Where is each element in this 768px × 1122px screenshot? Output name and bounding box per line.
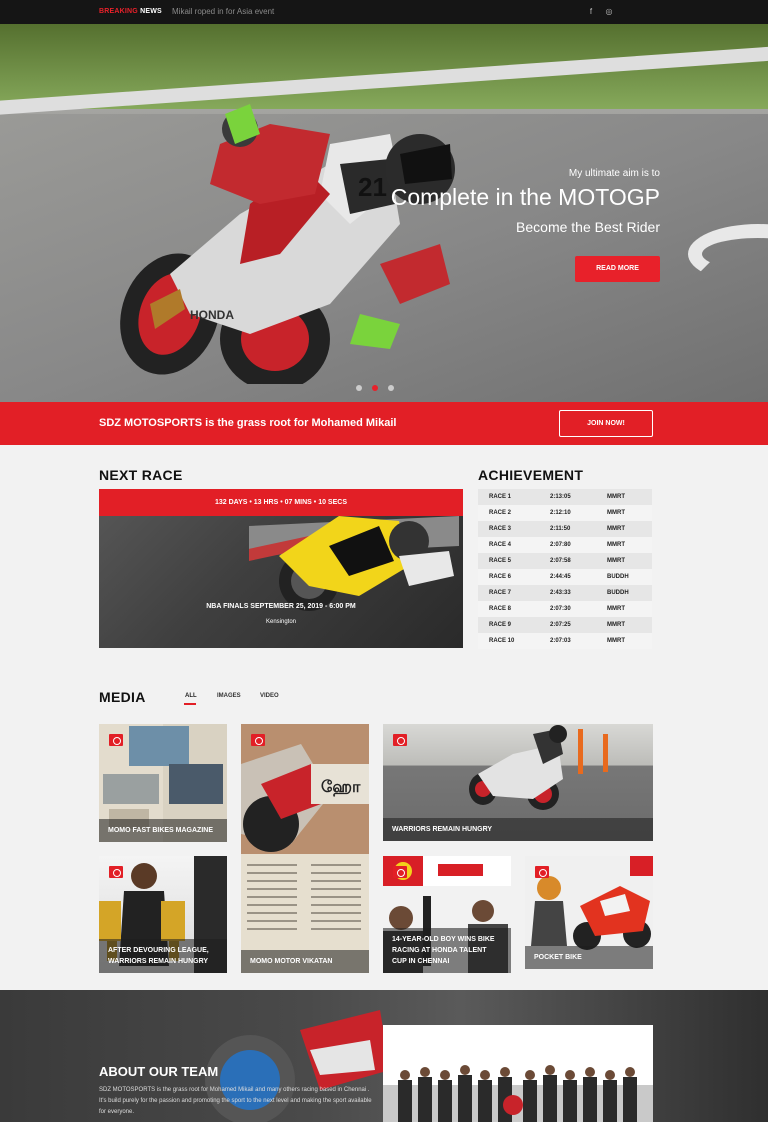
promo-text: SDZ MOTOSPORTS is the grass root for Moh… [99, 417, 397, 429]
time-cell: 2:07:25 [550, 622, 571, 628]
about-text: SDZ MOTOSPORTS is the grass root for Moh… [99, 1087, 372, 1115]
race-cell: RACE 2 [489, 510, 512, 516]
race-cell: RACE 4 [489, 542, 512, 548]
tab-video[interactable]: VIDEO [260, 693, 279, 699]
race-cell: RACE 5 [489, 558, 512, 564]
race-cell: RACE 6 [489, 574, 512, 580]
media-card[interactable]: AFTER DEVOURING LEAGUE, WARRIORS REMAIN … [99, 856, 227, 973]
hero-tagline: Become the Best Rider [516, 219, 660, 235]
table-row: RACE 8 2:07:30 MMRT [478, 601, 652, 617]
track-cell: MMRT [607, 494, 625, 500]
time-cell: 2:13:05 [550, 494, 571, 500]
countdown-bar: 132 DAYS • 13 HRS • 07 MINS • 10 SECS [99, 489, 463, 516]
breaking-news-label: BREAKING NEWS [99, 8, 162, 15]
slider-dot[interactable] [356, 385, 362, 391]
active-tab-indicator [184, 703, 196, 705]
slider-dot[interactable] [388, 385, 394, 391]
race-cell: RACE 9 [489, 622, 512, 628]
promo-strip: SDZ MOTOSPORTS is the grass root for Moh… [0, 402, 768, 445]
table-row: RACE 3 2:11:50 MMRT [478, 521, 652, 537]
time-cell: 2:44:45 [550, 574, 571, 580]
time-cell: 2:11:50 [550, 526, 571, 532]
race-cell: RACE 8 [489, 606, 512, 612]
news-label: NEWS [140, 8, 162, 15]
table-row: RACE 2 2:12:10 MMRT [478, 505, 652, 521]
track-cell: MMRT [607, 622, 625, 628]
about-heading: ABOUT OUR TEAM [99, 1064, 219, 1079]
tab-images[interactable]: IMAGES [217, 693, 241, 699]
hero-slider: 21 HONDA My ultimate aim is to Complete … [0, 24, 768, 402]
next-race-location: Kensington [265, 619, 297, 625]
hero-subtitle: My ultimate aim is to [568, 168, 660, 179]
camera-icon [251, 734, 265, 746]
track-cell: BUDDH [607, 590, 629, 596]
media-card[interactable]: 14-YEAR-OLD BOY WINS BIKE RACING AT HOND… [383, 856, 511, 973]
time-cell: 2:12:10 [550, 510, 571, 516]
track-cell: MMRT [607, 558, 625, 564]
svg-text:HONDA: HONDA [190, 308, 234, 322]
hero-bike-image: 21 HONDA [120, 104, 455, 384]
news-ticker[interactable]: Mikail roped in for Asia event [172, 7, 274, 16]
team-photo [383, 1025, 653, 1122]
media-card-caption: WARRIORS REMAIN HUNGRY [383, 818, 653, 841]
time-cell: 2:43:33 [550, 590, 571, 596]
race-cell: RACE 1 [489, 494, 512, 500]
table-row: RACE 4 2:07:80 MMRT [478, 537, 652, 553]
table-row: RACE 9 2:07:25 MMRT [478, 617, 652, 633]
race-cell: RACE 3 [489, 526, 512, 532]
media-card-caption: POCKET BIKE [525, 946, 653, 969]
read-more-button[interactable]: READ MORE [575, 256, 660, 282]
camera-icon [109, 866, 123, 878]
media-card-caption: MOMO FAST BIKES MAGAZINE [99, 819, 227, 842]
video-icon [393, 866, 407, 878]
breaking-label: BREAKING [99, 8, 138, 15]
slider-dot-active[interactable] [372, 385, 378, 391]
svg-text:ஹோ: ஹோ [321, 777, 361, 797]
svg-text:21: 21 [358, 172, 387, 202]
next-race-event: NBA FINALS SEPTEMBER 25, 2019 - 6:00 PM [206, 603, 356, 610]
camera-icon [109, 734, 123, 746]
team-group-image [383, 1025, 653, 1122]
about-section: ABOUT OUR TEAM SDZ MOTOSPORTS is the gra… [0, 990, 768, 1122]
track-cell: MMRT [607, 526, 625, 532]
next-race-card[interactable]: NBA FINALS SEPTEMBER 25, 2019 - 6:00 PM … [99, 516, 463, 648]
instagram-icon[interactable]: ◎ [604, 6, 614, 17]
achievement-heading: ACHIEVEMENT [478, 467, 584, 483]
vikatan-image: ஹோ [241, 724, 369, 973]
achievement-table: RACE 1 2:13:05 MMRT RACE 2 2:12:10 MMRT RACE… [478, 489, 652, 649]
media-card-caption: AFTER DEVOURING LEAGUE, WARRIORS REMAIN … [99, 939, 227, 973]
race-cell: RACE 10 [489, 638, 515, 644]
next-race-bike-image [249, 516, 459, 611]
time-cell: 2:07:58 [550, 558, 571, 564]
facebook-icon[interactable]: f [586, 6, 596, 17]
time-cell: 2:07:30 [550, 606, 571, 612]
time-cell: 2:07:03 [550, 638, 571, 644]
media-card-caption: MOMO MOTOR VIKATAN [241, 950, 369, 973]
top-bar: BREAKING NEWS Mikail roped in for Asia e… [0, 0, 768, 24]
join-now-button[interactable]: JOIN NOW! [559, 410, 653, 437]
track-cell: BUDDH [607, 574, 629, 580]
table-row: RACE 6 2:44:45 BUDDH [478, 569, 652, 585]
camera-icon [393, 734, 407, 746]
track-cell: MMRT [607, 542, 625, 548]
race-cell: RACE 7 [489, 590, 512, 596]
media-card-caption: 14-YEAR-OLD BOY WINS BIKE RACING AT HOND… [383, 928, 511, 973]
table-row: RACE 10 2:07:03 MMRT [478, 633, 652, 649]
table-row: RACE 7 2:43:33 BUDDH [478, 585, 652, 601]
track-cell: MMRT [607, 510, 625, 516]
table-row: RACE 1 2:13:05 MMRT [478, 489, 652, 505]
media-card[interactable]: ஹோ MOMO MOTOR VIKATAN [241, 724, 369, 973]
tab-all[interactable]: ALL [185, 693, 197, 699]
video-icon [535, 866, 549, 878]
media-card[interactable]: MOMO FAST BIKES MAGAZINE [99, 724, 227, 842]
track-cell: MMRT [607, 606, 625, 612]
hero-title: Complete in the MOTOGP [390, 184, 660, 210]
media-card[interactable]: POCKET BIKE [525, 856, 653, 969]
table-row: RACE 5 2:07:58 MMRT [478, 553, 652, 569]
next-race-heading: NEXT RACE [99, 467, 183, 483]
track-cell: MMRT [607, 638, 625, 644]
time-cell: 2:07:80 [550, 542, 571, 548]
media-card[interactable]: WARRIORS REMAIN HUNGRY [383, 724, 653, 841]
media-heading: MEDIA [99, 689, 146, 705]
